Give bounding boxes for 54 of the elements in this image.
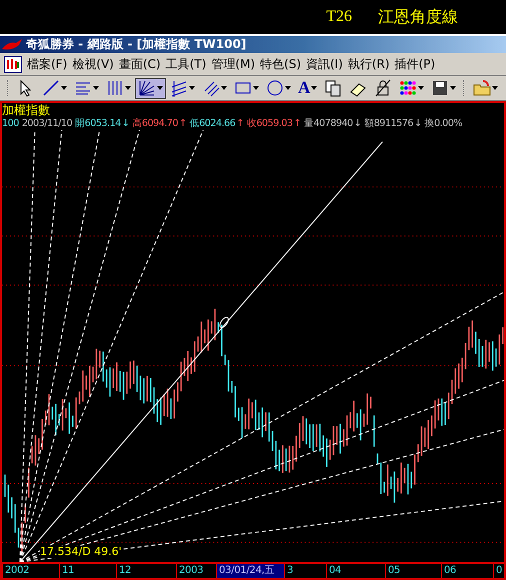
axis-label: 0 (493, 564, 504, 578)
axis-label: 11 (59, 564, 116, 578)
quote-stat: 100 (2, 117, 19, 130)
axis-label: 06 (441, 564, 493, 578)
quote-stat: ↑ (294, 117, 302, 130)
folder-icon (473, 79, 492, 97)
color-palette-icon (399, 79, 418, 97)
axis-label: 12 (116, 564, 176, 578)
quote-stat: 額8911576 (364, 117, 414, 130)
quote-stat: 量4078940 (304, 117, 353, 130)
menu-item[interactable]: 工具(T) (166, 56, 206, 72)
menu-item[interactable]: 畫面(C) (118, 56, 161, 72)
quote-stat: ↓ (122, 117, 130, 130)
menu-item[interactable]: 特色(S) (260, 56, 301, 72)
lock-icon (374, 79, 392, 97)
slide-caption: 江恩角度線 (378, 8, 458, 28)
quote-stat: 換0.00% (424, 117, 462, 130)
axis-label: 2002 (2, 564, 59, 578)
angle-annotation: 17.534/D 49.6' (40, 546, 122, 558)
chart-title: 加權指數 (2, 103, 50, 117)
axis-label: 05 (385, 564, 441, 578)
fox-logo-icon (2, 38, 22, 50)
quote-stat: ↓ (354, 117, 362, 130)
copy-icon (324, 79, 342, 97)
quote-stat: 低6024.66 (190, 117, 236, 130)
vertical-lines-icon (106, 79, 124, 97)
quote-stat: ↓ (414, 117, 422, 130)
menu-item[interactable]: 管理(M) (211, 56, 256, 72)
menu-item[interactable]: 插件(P) (394, 56, 436, 72)
toolbar-button[interactable]: A (295, 78, 320, 98)
ellipse-icon (266, 79, 284, 97)
quote-stat: 2003/11/10 (22, 117, 72, 130)
axis-label: 04 (326, 564, 385, 578)
quote-stat: 高6094.70 (132, 117, 178, 130)
fan-lines-icon (138, 79, 156, 97)
menu-item[interactable]: 執行(R) (348, 56, 390, 72)
toolbar-button[interactable] (135, 78, 166, 98)
save-icon (431, 79, 450, 97)
menu-item[interactable]: 檢視(V) (72, 56, 114, 72)
axis-label: 03/01/24,五 (216, 564, 284, 578)
quote-stat: ↑ (236, 117, 244, 130)
line-tool-icon (42, 79, 60, 97)
chart-app-icon (4, 56, 22, 72)
quote-stat: 收6059.03 (246, 117, 292, 130)
quote-stat: ↑ (179, 117, 187, 130)
hatch-lines-icon (202, 79, 220, 97)
window-title: 奇狐勝券 - 網路版 - [加權指數 TW100] (26, 36, 246, 53)
axis-label: 3 (284, 564, 326, 578)
menu-item[interactable]: 檔案(F) (27, 56, 68, 72)
menu-item[interactable]: 資訊(I) (306, 56, 343, 72)
text-tool-label: A (298, 78, 310, 98)
quote-stat: 開6053.14 (75, 117, 121, 130)
slide-code: T26 (326, 8, 352, 26)
parallel-lines-icon (170, 79, 188, 97)
